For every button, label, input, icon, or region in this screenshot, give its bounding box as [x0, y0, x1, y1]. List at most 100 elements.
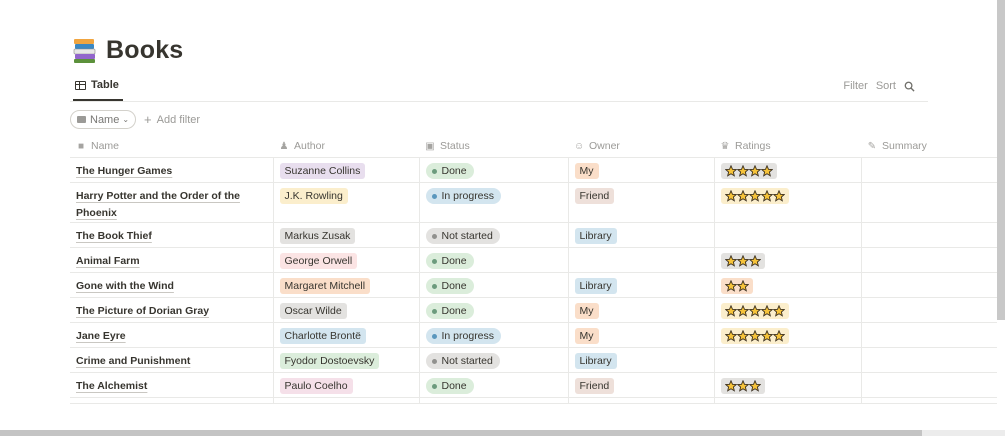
table-row[interactable]: The Picture of Dorian Gray Oscar Wilde Don…: [70, 297, 997, 323]
author-cell[interactable]: J.K. Rowling: [273, 182, 420, 223]
owner-cell[interactable]: Library: [568, 272, 715, 298]
book-title-link[interactable]: The Picture of Dorian Gray: [76, 305, 209, 317]
status-cell[interactable]: Done: [419, 297, 569, 323]
status-cell[interactable]: Done: [419, 272, 569, 298]
author-cell[interactable]: George Orwell: [273, 247, 420, 273]
table-row[interactable]: The Alchemist Paulo Coelho Done Friend: [70, 372, 997, 398]
owner-cell[interactable]: My: [568, 157, 715, 183]
sort-button[interactable]: Sort: [876, 80, 896, 92]
book-title-link[interactable]: Gone with the Wind: [76, 280, 174, 292]
empty-cell[interactable]: [273, 397, 420, 404]
table-row[interactable]: Crime and Punishment Fyodor Dostoevsky Not…: [70, 347, 997, 373]
column-header-summary[interactable]: ✎ Summary: [861, 134, 997, 158]
owner-cell[interactable]: [568, 247, 715, 273]
name-cell[interactable]: Gone with the Wind: [70, 272, 274, 298]
table-row[interactable]: Gone with the Wind Margaret Mitchell Done L…: [70, 272, 997, 298]
status-cell[interactable]: Done: [419, 247, 569, 273]
ratings-cell[interactable]: [714, 247, 862, 273]
ratings-cell[interactable]: [714, 347, 862, 373]
summary-cell[interactable]: [861, 322, 997, 348]
table-row[interactable]: [70, 397, 997, 404]
status-cell[interactable]: Not started: [419, 222, 569, 248]
summary-cell[interactable]: [861, 272, 997, 298]
status-cell[interactable]: In progress: [419, 182, 569, 223]
empty-cell[interactable]: [419, 397, 569, 404]
table-row[interactable]: The Hunger Games Suzanne Collins Done My: [70, 157, 997, 183]
author-cell[interactable]: Suzanne Collins: [273, 157, 420, 183]
book-title-link[interactable]: The Hunger Games: [76, 165, 172, 177]
name-cell[interactable]: Harry Potter and the Order of the Phoeni…: [70, 182, 274, 223]
author-cell[interactable]: Margaret Mitchell: [273, 272, 420, 298]
name-filter-chip[interactable]: Name ⌄: [70, 110, 137, 129]
ratings-cell[interactable]: [714, 157, 862, 183]
status-cell[interactable]: Done: [419, 372, 569, 398]
add-filter-button[interactable]: + Add filter: [144, 112, 200, 127]
ratings-cell[interactable]: [714, 272, 862, 298]
author-cell[interactable]: Markus Zusak: [273, 222, 420, 248]
summary-cell[interactable]: [861, 182, 997, 223]
summary-cell[interactable]: [861, 372, 997, 398]
owner-cell[interactable]: Friend: [568, 372, 715, 398]
summary-cell[interactable]: [861, 157, 997, 183]
plus-icon: +: [144, 112, 152, 127]
book-title-link[interactable]: Jane Eyre: [76, 330, 126, 342]
status-dot-icon: [431, 168, 437, 174]
table-row[interactable]: The Book Thief Markus Zusak Not started Lib…: [70, 222, 997, 248]
column-header-name[interactable]: ■ Name: [70, 134, 273, 158]
status-dot-icon: [431, 308, 437, 314]
owner-cell[interactable]: Friend: [568, 182, 715, 223]
author-cell[interactable]: Charlotte Brontë: [273, 322, 420, 348]
ratings-cell[interactable]: [714, 322, 862, 348]
horizontal-scrollbar-thumb[interactable]: [0, 430, 922, 436]
book-title-link[interactable]: The Alchemist: [76, 380, 147, 392]
ratings-cell[interactable]: [714, 297, 862, 323]
book-title-link[interactable]: Animal Farm: [76, 255, 140, 267]
empty-cell[interactable]: [714, 397, 862, 404]
column-header-status[interactable]: ▣ Status: [419, 134, 568, 158]
author-cell[interactable]: Fyodor Dostoevsky: [273, 347, 420, 373]
vertical-scrollbar[interactable]: [997, 0, 1005, 320]
book-title-link[interactable]: Harry Potter and the Order of the Phoeni…: [76, 190, 240, 219]
star-icon: [772, 189, 785, 203]
search-icon[interactable]: [904, 81, 915, 92]
table-row[interactable]: Animal Farm George Orwell Done: [70, 247, 997, 273]
table-row[interactable]: Harry Potter and the Order of the Phoeni…: [70, 182, 997, 223]
empty-cell[interactable]: [70, 397, 274, 404]
column-header-owner[interactable]: ☺ Owner: [568, 134, 714, 158]
status-dot-icon: [431, 283, 437, 289]
summary-cell[interactable]: [861, 347, 997, 373]
owner-cell[interactable]: Library: [568, 347, 715, 373]
owner-cell[interactable]: My: [568, 322, 715, 348]
author-cell[interactable]: Oscar Wilde: [273, 297, 420, 323]
name-cell[interactable]: The Alchemist: [70, 372, 274, 398]
table-row[interactable]: Jane Eyre Charlotte Brontë In progress My: [70, 322, 997, 348]
summary-cell[interactable]: [861, 222, 997, 248]
summary-cell[interactable]: [861, 297, 997, 323]
title-icon: [77, 116, 86, 123]
name-cell[interactable]: The Book Thief: [70, 222, 274, 248]
name-cell[interactable]: The Picture of Dorian Gray: [70, 297, 274, 323]
name-cell[interactable]: Crime and Punishment: [70, 347, 274, 373]
book-title-link[interactable]: Crime and Punishment: [76, 355, 190, 367]
status-cell[interactable]: Done: [419, 157, 569, 183]
book-title-link[interactable]: The Book Thief: [76, 230, 152, 242]
star-icon: [736, 279, 749, 293]
empty-cell[interactable]: [568, 397, 715, 404]
name-cell[interactable]: Jane Eyre: [70, 322, 274, 348]
status-cell[interactable]: Not started: [419, 347, 569, 373]
filter-button[interactable]: Filter: [843, 80, 867, 92]
summary-cell[interactable]: [861, 247, 997, 273]
name-cell[interactable]: Animal Farm: [70, 247, 274, 273]
ratings-cell[interactable]: [714, 182, 862, 223]
owner-cell[interactable]: My: [568, 297, 715, 323]
column-header-author[interactable]: ♟ Author: [273, 134, 419, 158]
status-cell[interactable]: In progress: [419, 322, 569, 348]
empty-cell[interactable]: [861, 397, 997, 404]
owner-cell[interactable]: Library: [568, 222, 715, 248]
ratings-cell[interactable]: [714, 222, 862, 248]
ratings-cell[interactable]: [714, 372, 862, 398]
author-cell[interactable]: Paulo Coelho: [273, 372, 420, 398]
column-header-ratings[interactable]: ♛ Ratings: [714, 134, 861, 158]
tab-table-view[interactable]: Table: [75, 79, 119, 91]
name-cell[interactable]: The Hunger Games: [70, 157, 274, 183]
